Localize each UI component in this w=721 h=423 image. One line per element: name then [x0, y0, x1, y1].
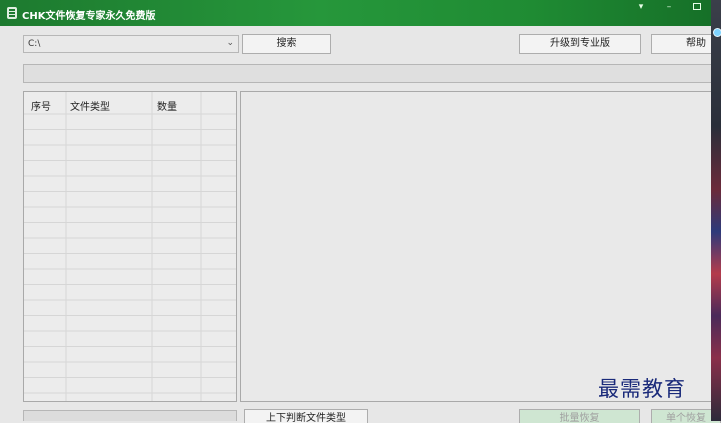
- chevron-down-icon: ⌄: [226, 38, 234, 48]
- minimize-icon[interactable]: –: [656, 0, 682, 14]
- maximize-icon[interactable]: [684, 0, 710, 14]
- watermark-text: 最需教育: [598, 377, 686, 401]
- menu-dropdown-icon[interactable]: ▾: [628, 0, 654, 14]
- search-button[interactable]: 搜索: [242, 34, 331, 54]
- file-type-table[interactable]: 序号 文件类型 数量: [23, 91, 237, 402]
- drive-select[interactable]: C:\ ⌄: [23, 35, 239, 53]
- window-title: CHK文件恢复专家永久免费版: [22, 11, 156, 22]
- title-bar: CHK文件恢复专家永久免费版 ▾ –: [0, 0, 711, 26]
- upgrade-pro-button[interactable]: 升级到专业版: [519, 34, 641, 54]
- scan-progress-bar: [23, 64, 721, 83]
- table-grid: [24, 92, 236, 401]
- desktop-background-edge: [711, 0, 721, 421]
- notification-dot-icon: [713, 28, 721, 37]
- status-bar: [23, 410, 237, 421]
- column-header-file-type[interactable]: 文件类型: [70, 98, 110, 113]
- app-icon: [7, 7, 17, 19]
- file-list-panel[interactable]: [240, 91, 721, 402]
- column-header-index[interactable]: 序号: [31, 98, 51, 113]
- drive-select-value: C:\: [28, 39, 41, 49]
- column-header-count[interactable]: 数量: [157, 98, 177, 113]
